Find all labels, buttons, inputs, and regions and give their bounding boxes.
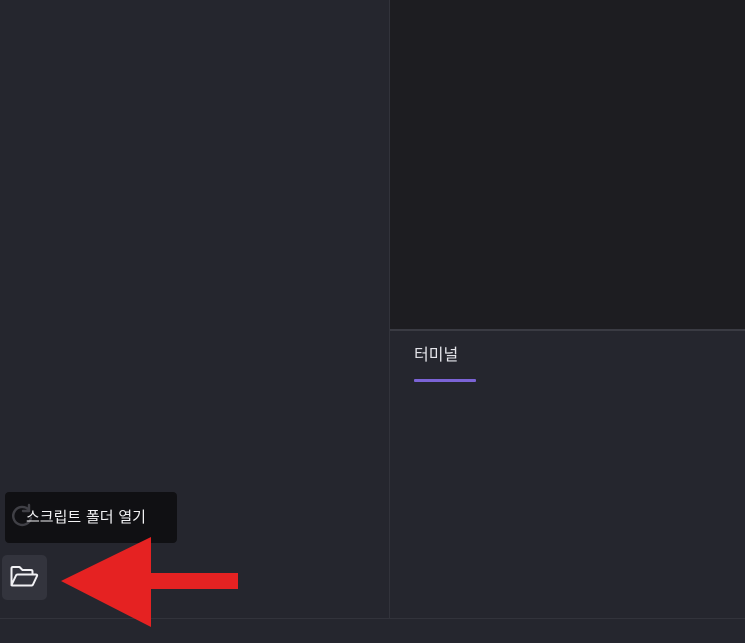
tab-terminal[interactable]: 터미널 <box>414 344 476 384</box>
annotation-arrow <box>61 537 238 627</box>
terminal-panel: 터미널 <box>390 331 745 618</box>
editor-area[interactable] <box>390 0 745 329</box>
app-window: 터미널 스크립트 폴더 열기 <box>0 0 745 643</box>
open-folder-button[interactable] <box>2 555 47 600</box>
tab-terminal-label: 터미널 <box>414 345 459 364</box>
folder-open-icon <box>10 566 39 587</box>
tab-active-indicator <box>414 379 476 382</box>
tooltip-text: 스크립트 폴더 열기 <box>26 508 146 526</box>
